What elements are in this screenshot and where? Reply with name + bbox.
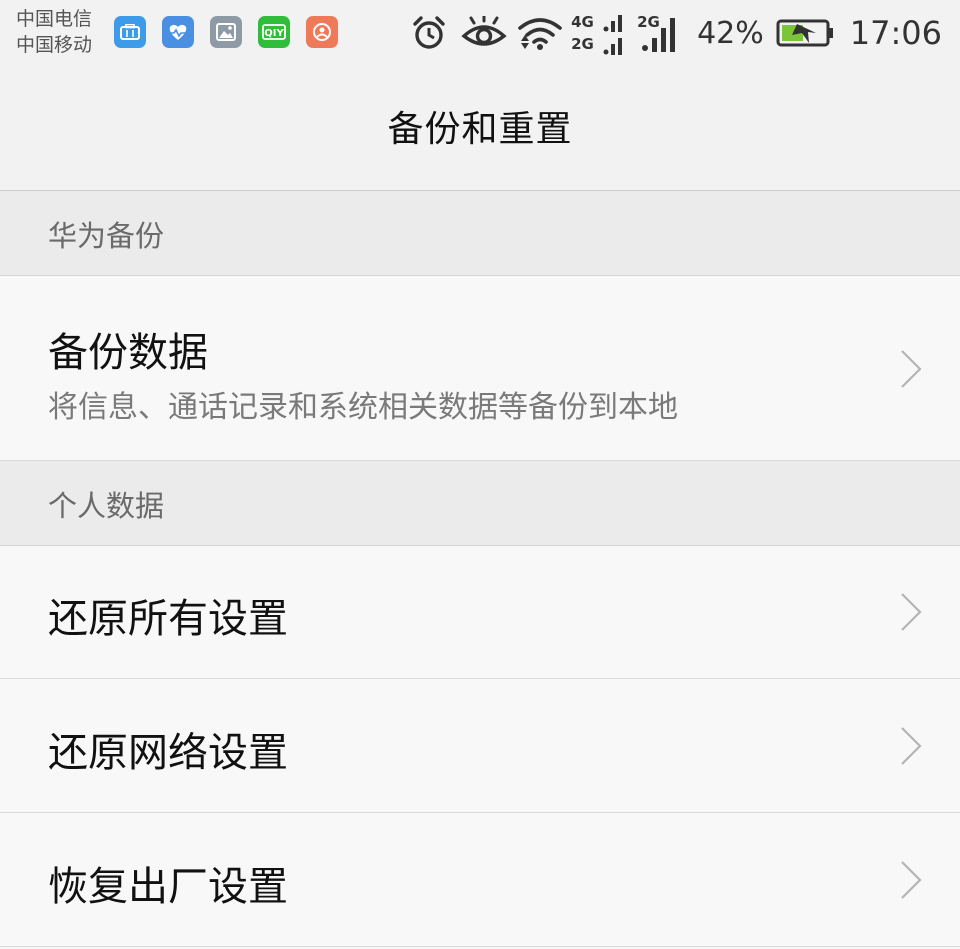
backup-data-item[interactable]: 备份数据 将信息、通话记录和系统相关数据等备份到本地 [0, 276, 960, 461]
item-title: 恢复出厂设置 [48, 864, 288, 910]
item-title: 还原网络设置 [48, 730, 288, 776]
status-bar: 中国电信 中国移动 QIY 4G 2G 2G 42% 17:06 [0, 0, 960, 66]
battery-percentage: 42% [697, 15, 764, 51]
svg-text:QIY: QIY [264, 28, 284, 39]
network-type-primary: 4G [571, 13, 594, 31]
item-title: 还原所有设置 [48, 596, 288, 642]
title-bar: 备份和重置 [0, 66, 960, 191]
section-header-personal-data: 个人数据 [0, 461, 960, 546]
wifi-icon [518, 18, 562, 50]
status-clock: 17:06 [849, 14, 942, 52]
iqiyi-app-icon: QIY [258, 16, 290, 48]
system-icons: 4G 2G 2G 42% 17:06 [411, 0, 960, 66]
assistant-app-icon [306, 16, 338, 48]
toolbox-app-icon [114, 16, 146, 48]
dual-network-indicator: 4G 2G [571, 10, 627, 56]
health-app-icon [162, 16, 194, 48]
chevron-right-icon [901, 350, 922, 388]
factory-reset-item[interactable]: 恢复出厂设置 [0, 813, 960, 947]
eye-comfort-icon [461, 16, 507, 46]
item-title: 备份数据 [48, 330, 208, 376]
carrier-mobile: 中国移动 [16, 34, 93, 56]
network-type-secondary: 2G [571, 35, 594, 53]
gallery-app-icon [210, 16, 242, 48]
alarm-clock-icon [413, 16, 445, 49]
chevron-right-icon [901, 593, 922, 631]
chevron-right-icon [901, 727, 922, 765]
section-title: 华为备份 [48, 219, 165, 253]
page-title: 备份和重置 [387, 109, 573, 150]
settings-screen: 中国电信 中国移动 QIY 4G 2G 2G 42% 17:06 备份和重置 华… [0, 0, 960, 949]
signal-bars-sim1-icon [603, 15, 623, 55]
carrier-info: 中国电信 中国移动 [16, 6, 92, 58]
notification-icons: QIY [114, 16, 338, 48]
item-subtitle: 将信息、通话记录和系统相关数据等备份到本地 [48, 390, 678, 425]
carrier-telecom: 中国电信 [16, 8, 93, 30]
section-title: 个人数据 [48, 489, 165, 523]
reset-all-settings-item[interactable]: 还原所有设置 [0, 546, 960, 679]
battery-charging-icon [776, 19, 833, 47]
chevron-right-icon [901, 861, 922, 899]
second-sim-indicator: 2G [637, 10, 683, 56]
section-header-huawei-backup: 华为备份 [0, 191, 960, 276]
reset-network-settings-item[interactable]: 还原网络设置 [0, 679, 960, 813]
signal-bars-sim2-icon [642, 18, 676, 52]
